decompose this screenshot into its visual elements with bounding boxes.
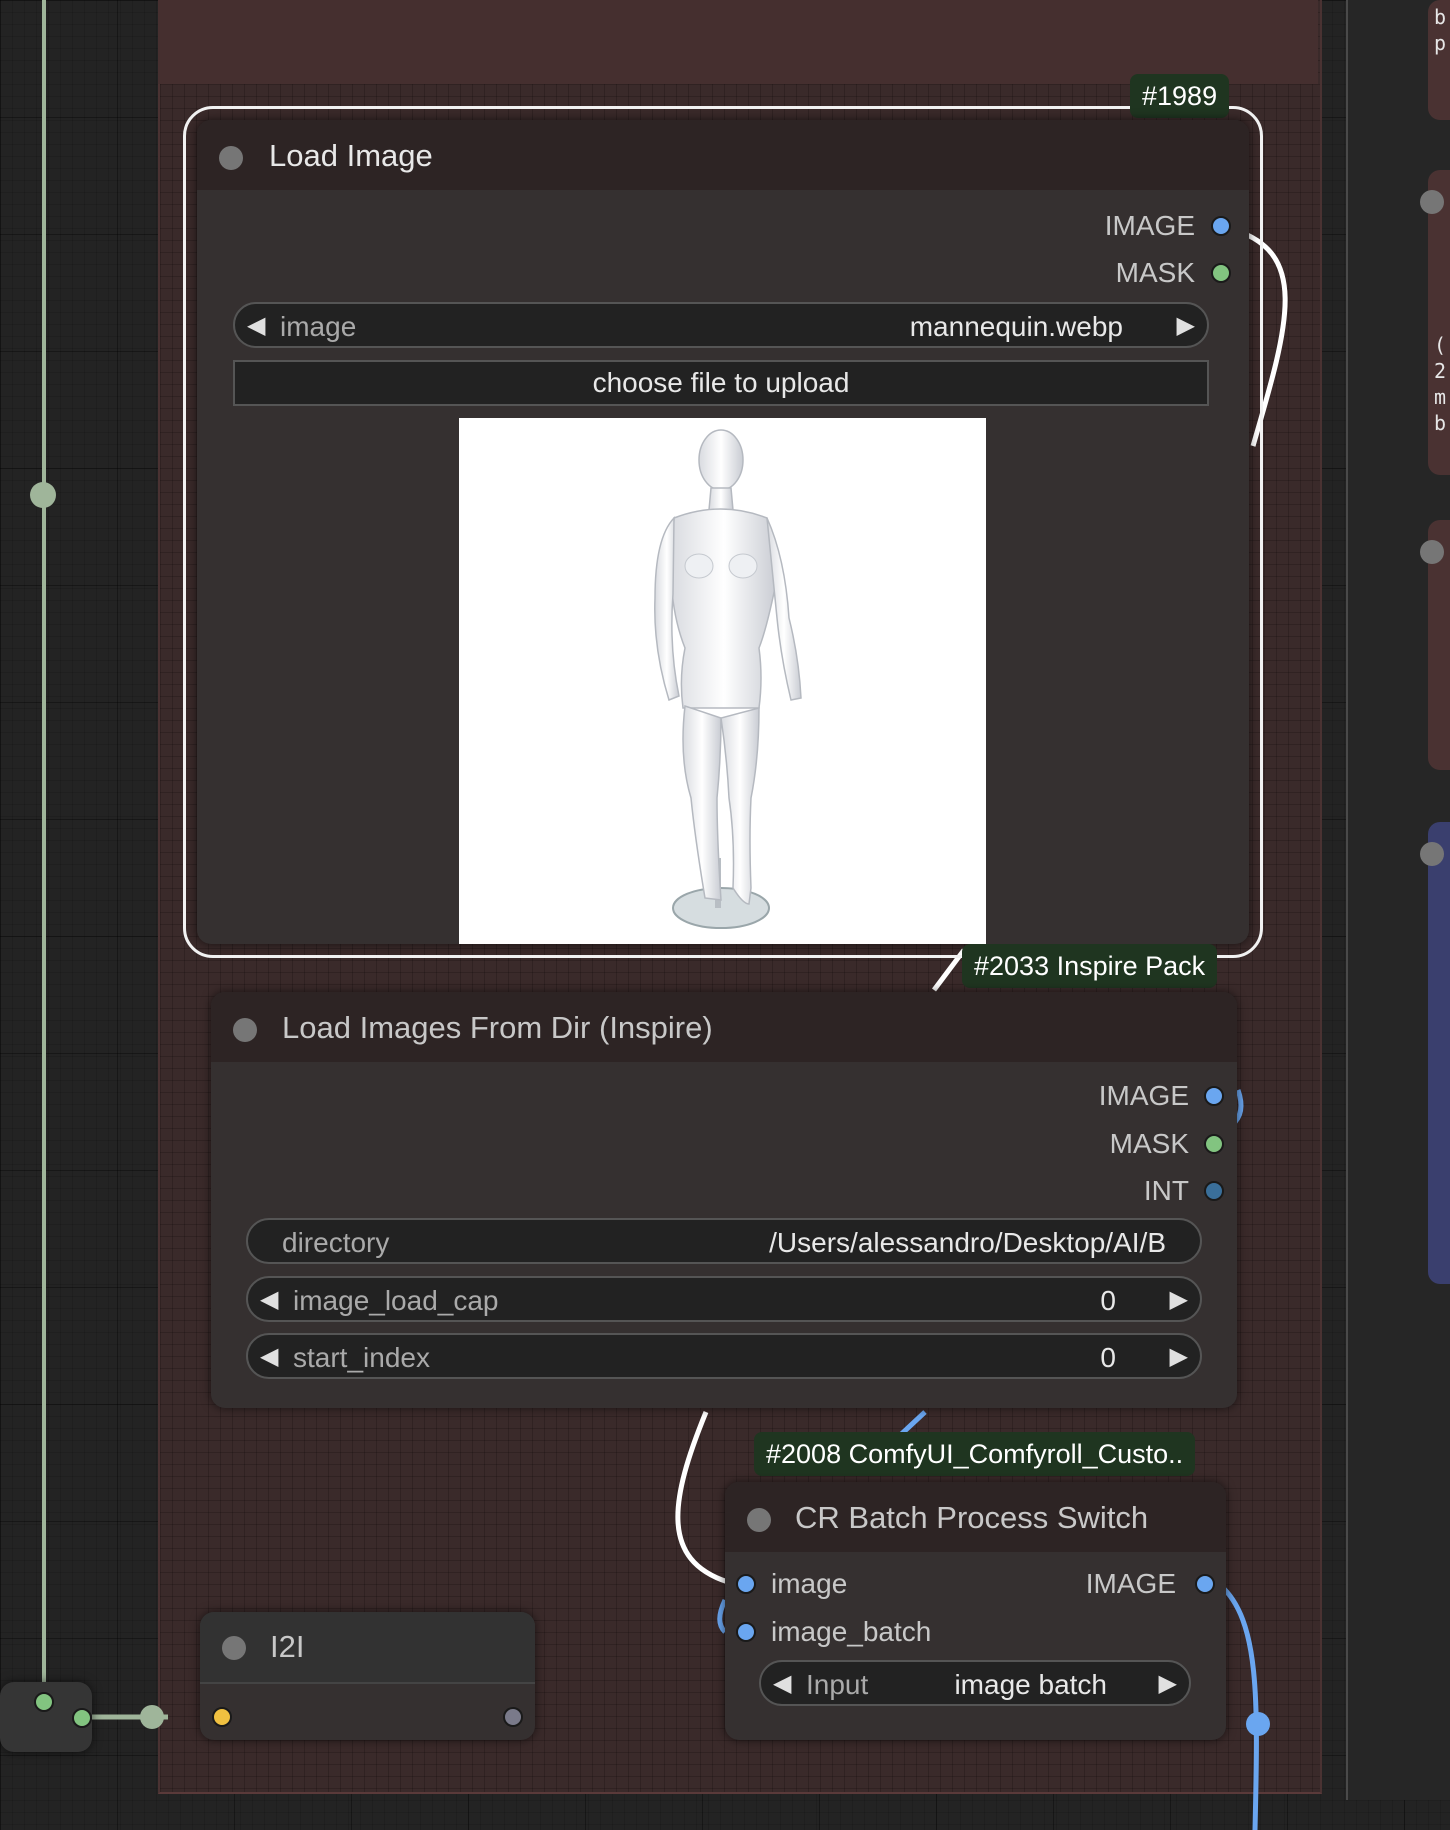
node-title: CR Batch Process Switch — [795, 1500, 1149, 1535]
decrement-arrow-icon[interactable]: ◀ — [247, 311, 265, 340]
reroute-input-dot[interactable] — [34, 1692, 54, 1712]
reroute-node[interactable] — [0, 1682, 92, 1752]
collapse-dot[interactable] — [747, 1508, 771, 1532]
load-images-from-dir-node[interactable]: Load Images From Dir (Inspire) IMAGE MAS… — [211, 992, 1237, 1408]
output-label-mask: MASK — [1109, 1128, 1189, 1159]
widget-value: image batch — [954, 1669, 1107, 1700]
output-slot-int[interactable] — [1204, 1181, 1224, 1201]
cr-batch-process-switch-node[interactable]: CR Batch Process Switch image IMAGE imag… — [725, 1482, 1226, 1740]
output-label-image: IMAGE — [1104, 210, 1195, 241]
upload-button[interactable]: choose file to upload — [233, 360, 1209, 406]
widget-value: 0 — [1100, 1285, 1116, 1316]
widget-value: 0 — [1100, 1342, 1116, 1373]
increment-arrow-icon[interactable]: ▶ — [1177, 311, 1195, 340]
divider — [200, 1682, 535, 1684]
output-slot-image[interactable] — [1211, 216, 1231, 236]
load-image-node[interactable]: Load Image IMAGE MASK ◀ image mannequin.… — [197, 120, 1249, 944]
input-label-image: image — [771, 1568, 848, 1599]
directory-widget[interactable]: directory /Users/alessandro/Desktop/AI/B — [246, 1218, 1202, 1264]
input-select-widget[interactable]: ◀ Input image batch ▶ — [759, 1660, 1191, 1706]
widget-name: Input — [806, 1669, 869, 1700]
input-label-image-batch: image_batch — [771, 1616, 932, 1647]
output-label-int: INT — [1143, 1175, 1189, 1206]
i2i-title-bar[interactable]: I2I — [200, 1612, 535, 1682]
link-reroute-green[interactable] — [140, 1705, 164, 1729]
output-slot-image[interactable] — [1204, 1086, 1224, 1106]
output-label-image: IMAGE — [1085, 1568, 1176, 1599]
link-reroute-blue[interactable] — [1246, 1712, 1270, 1736]
increment-arrow-icon[interactable]: ▶ — [1170, 1285, 1188, 1314]
widget-name: image — [280, 311, 357, 342]
widget-name: start_index — [293, 1342, 430, 1373]
output-label-image: IMAGE — [1098, 1080, 1189, 1111]
node-title: I2I — [270, 1629, 305, 1664]
widget-value: mannequin.webp — [909, 311, 1123, 342]
start-index-widget[interactable]: ◀ start_index 0 ▶ — [246, 1333, 1202, 1379]
node-id-badge: #1989 — [1130, 74, 1230, 118]
node-title: Load Image — [269, 138, 433, 173]
input-slot-image[interactable] — [736, 1574, 756, 1594]
input-slot-image-batch[interactable] — [736, 1622, 756, 1642]
image-preview — [459, 418, 986, 944]
widget-value: /Users/alessandro/Desktop/AI/B — [769, 1227, 1166, 1258]
output-slot-mask[interactable] — [1211, 263, 1231, 283]
widget-name: directory — [282, 1227, 390, 1258]
output-slot-mask[interactable] — [1204, 1134, 1224, 1154]
output-label-mask: MASK — [1115, 257, 1195, 288]
image-load-cap-widget[interactable]: ◀ image_load_cap 0 ▶ — [246, 1276, 1202, 1322]
load-dir-title-bar[interactable]: Load Images From Dir (Inspire) — [211, 992, 1237, 1062]
widget-name: image_load_cap — [293, 1285, 499, 1316]
cr-switch-title-bar[interactable]: CR Batch Process Switch — [725, 1482, 1226, 1552]
increment-arrow-icon[interactable]: ▶ — [1170, 1342, 1188, 1371]
increment-arrow-icon[interactable]: ▶ — [1159, 1669, 1177, 1698]
i2i-node[interactable]: I2I — [200, 1612, 535, 1740]
input-slot[interactable] — [212, 1707, 232, 1727]
link-image-input — [675, 1411, 729, 1585]
node-id-badge: #2033 Inspire Pack — [962, 944, 1218, 988]
reroute-output-dot[interactable] — [72, 1708, 92, 1728]
output-slot-image[interactable] — [1195, 1574, 1215, 1594]
collapse-dot[interactable] — [219, 146, 243, 170]
decrement-arrow-icon[interactable]: ◀ — [260, 1342, 278, 1371]
node-title: Load Images From Dir (Inspire) — [282, 1010, 713, 1045]
node-id-badge: #2008 ComfyUI_Comfyroll_Custo.. — [754, 1432, 1196, 1476]
collapse-dot[interactable] — [233, 1018, 257, 1042]
decrement-arrow-icon[interactable]: ◀ — [260, 1285, 278, 1314]
mannequin-image — [654, 429, 802, 929]
output-slot[interactable] — [503, 1707, 523, 1727]
decrement-arrow-icon[interactable]: ◀ — [773, 1669, 791, 1698]
image-select-widget[interactable]: ◀ image mannequin.webp ▶ — [233, 302, 1209, 348]
load-image-title-bar[interactable]: Load Image — [197, 120, 1249, 190]
collapse-dot[interactable] — [222, 1636, 246, 1660]
